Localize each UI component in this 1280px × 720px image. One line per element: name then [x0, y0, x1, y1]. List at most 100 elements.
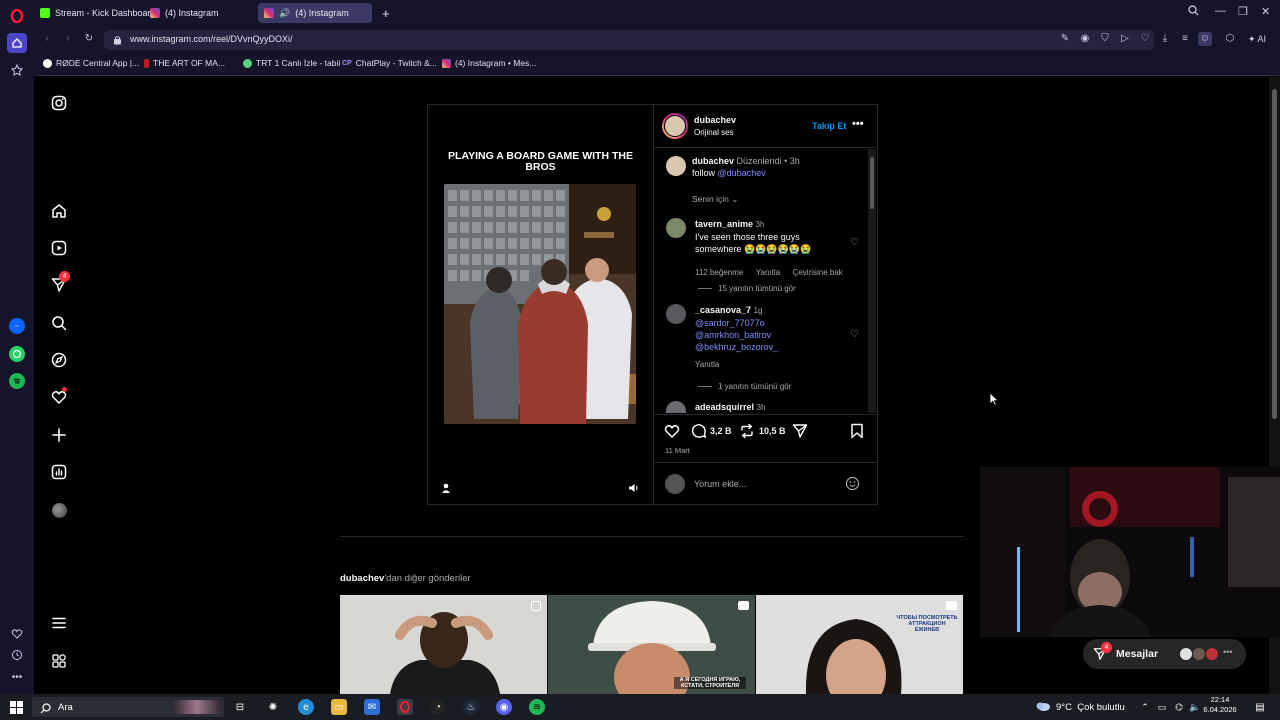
dashboard-insights-icon[interactable] — [49, 462, 69, 482]
caption-mention[interactable]: @dubachev — [718, 168, 766, 178]
author-username[interactable]: dubachev — [694, 115, 736, 125]
post-thumbnail[interactable] — [340, 595, 547, 694]
comment-avatar[interactable] — [666, 401, 686, 413]
tab-instagram-active[interactable]: 🔊 (4) Instagram — [258, 3, 372, 23]
bookmark-chatplay[interactable]: CP ChatPlay - Twitch &... — [342, 58, 437, 68]
author-avatar-ring[interactable] — [662, 113, 688, 139]
comment-icon[interactable] — [691, 423, 707, 444]
notifications-icon[interactable]: ▤ — [1252, 699, 1268, 715]
bookmark-art-of-ma[interactable]: THE ART OF MA... — [144, 58, 225, 68]
close-window-button[interactable]: ✕ — [1261, 5, 1270, 18]
comment-input[interactable]: Yorum ekle... — [694, 479, 746, 489]
explore-icon[interactable] — [49, 350, 69, 370]
file-explorer-icon[interactable]: ▭ — [331, 699, 347, 715]
post-thumbnail[interactable]: А Я СЕГОДНЯ ИГРАЮ, КСТАТИ, СТРОИТЕЛЯ — [548, 595, 755, 694]
download-icon[interactable]: ⤓ — [1158, 32, 1172, 46]
spotify-icon[interactable] — [9, 373, 25, 389]
speaker-icon[interactable]: 🔊 — [279, 8, 290, 19]
save-bookmark-icon[interactable] — [850, 423, 864, 444]
translate-button[interactable]: Çevirisine bak — [793, 268, 843, 277]
reels-icon[interactable] — [49, 238, 69, 258]
repost-icon[interactable] — [739, 423, 755, 444]
mention-link[interactable]: @bekhruz_bozorov_ — [695, 341, 778, 353]
view-replies[interactable]: 15 yanıtın tümünü gör — [698, 284, 796, 293]
post-thumbnail[interactable]: ЧТОБЫ ПОСМОТРЕТЬ АТТРАКЦИОН ЕЖИНЕВ — [756, 595, 963, 694]
notifications-heart-icon[interactable] — [49, 387, 69, 407]
opera-taskbar-icon[interactable] — [397, 699, 413, 715]
caption-avatar[interactable] — [666, 156, 686, 176]
pinboard-icon[interactable] — [7, 60, 27, 80]
comment-like-icon[interactable]: ♡ — [850, 329, 859, 340]
emoji-icon[interactable] — [845, 476, 860, 496]
home-icon[interactable] — [49, 201, 69, 221]
chatgpt-icon[interactable]: ✺ — [265, 699, 281, 715]
comments-scrollbar[interactable] — [868, 149, 876, 413]
obs-icon[interactable]: ◔ — [430, 699, 446, 715]
taskbar-search[interactable]: Ara — [32, 697, 224, 717]
comment-likes[interactable]: 112 beğenme — [695, 268, 743, 277]
new-tab-button[interactable]: + — [376, 3, 396, 23]
mention-link[interactable]: @amrkhon_batirov — [695, 329, 778, 341]
search-icon[interactable] — [49, 313, 69, 333]
tab-instagram-1[interactable]: (4) Instagram — [144, 3, 225, 23]
clock[interactable]: 22:14 6.04.2026 — [1200, 695, 1240, 715]
bookmark-rode[interactable]: RØDE Central App |... — [43, 58, 139, 68]
mail-app-icon[interactable]: ✉ — [364, 699, 380, 715]
favorites-heart-icon[interactable] — [7, 624, 27, 644]
address-bar[interactable]: www.instagram.com/reel/DVvnQyyDOXi/ — [104, 30, 1154, 50]
home-speed-dial-icon[interactable] — [7, 33, 27, 53]
extensions-icon[interactable]: ⬡ — [1223, 32, 1237, 46]
follow-button[interactable]: Takip Et — [812, 121, 846, 131]
camera-snapshot-icon[interactable]: ◉ — [1078, 32, 1092, 46]
opera-logo-icon[interactable] — [7, 6, 27, 26]
windows-start-icon[interactable] — [8, 699, 24, 715]
discord-icon[interactable]: ◉ — [496, 699, 512, 715]
audio-label[interactable]: Orijinal ses — [694, 128, 734, 137]
reload-icon[interactable]: ↻ — [82, 32, 96, 46]
comment-like-icon[interactable]: ♡ — [850, 237, 859, 248]
back-icon[interactable]: ‹ — [40, 32, 54, 46]
instagram-logo-icon[interactable] — [49, 93, 69, 113]
reel-video[interactable]: PLAYING A BOARD GAME WITH THE BROS — [428, 105, 653, 504]
forward-icon[interactable]: › — [61, 32, 75, 46]
heart-bookmark-icon[interactable]: ♡ — [1138, 32, 1152, 46]
mention-link[interactable]: @sardor_77077o — [695, 317, 778, 329]
view-replies[interactable]: 1 yanıtın tümünü gör — [698, 382, 791, 391]
minimize-button[interactable]: — — [1215, 5, 1226, 17]
comment-sort-dropdown[interactable]: Senin için ⌄ — [692, 194, 738, 205]
task-view-icon[interactable]: ⊟ — [232, 699, 248, 715]
whatsapp-icon[interactable] — [9, 346, 25, 362]
account-icon[interactable]: ☺ — [1198, 32, 1212, 46]
easy-setup-icon[interactable]: ≡ — [1178, 32, 1192, 46]
tagged-users-icon[interactable] — [440, 481, 452, 493]
like-icon[interactable] — [664, 423, 680, 444]
bookmark-trt1[interactable]: TRT 1 Canlı İzle - tabii — [243, 58, 340, 68]
scrollbar-thumb[interactable] — [1272, 89, 1277, 419]
also-from-meta-icon[interactable] — [49, 651, 69, 671]
play-icon[interactable]: ▷ — [1118, 32, 1132, 46]
bookmark-instagram-messages[interactable]: (4) Instagram • Mes... — [442, 58, 536, 68]
spotify-taskbar-icon[interactable]: ≋ — [529, 699, 545, 715]
history-icon[interactable] — [7, 645, 27, 665]
video-frame[interactable] — [444, 184, 636, 424]
network-icon[interactable]: ▭ — [1154, 699, 1170, 715]
profile-avatar[interactable] — [49, 500, 69, 520]
weather-text[interactable]: 9°C Çok bulutlu — [1056, 702, 1125, 713]
edge-icon[interactable]: e — [298, 699, 314, 715]
shield-icon[interactable]: ⛉ — [1098, 32, 1112, 46]
more-options-icon[interactable]: ••• — [852, 118, 864, 130]
create-plus-icon[interactable] — [49, 425, 69, 445]
wifi-icon[interactable]: ⌬ — [1171, 699, 1187, 715]
comment-avatar[interactable] — [666, 304, 686, 324]
tab-kick-dashboard[interactable]: Stream - Kick Dashboard — [34, 3, 162, 23]
edit-icon[interactable]: ✎ — [1058, 32, 1072, 46]
messenger-icon[interactable] — [9, 318, 25, 334]
volume-icon[interactable] — [628, 481, 640, 493]
more-options-icon[interactable]: ••• — [7, 667, 27, 687]
comment-avatar[interactable] — [666, 218, 686, 238]
maximize-button[interactable]: ❐ — [1238, 5, 1248, 18]
reply-button[interactable]: Yanıtla — [695, 360, 719, 369]
direct-messages-icon[interactable]: 4 — [49, 271, 70, 295]
messages-button[interactable]: 4 Mesajlar ••• — [1083, 639, 1246, 669]
reply-button[interactable]: Yanıtla — [756, 268, 780, 277]
